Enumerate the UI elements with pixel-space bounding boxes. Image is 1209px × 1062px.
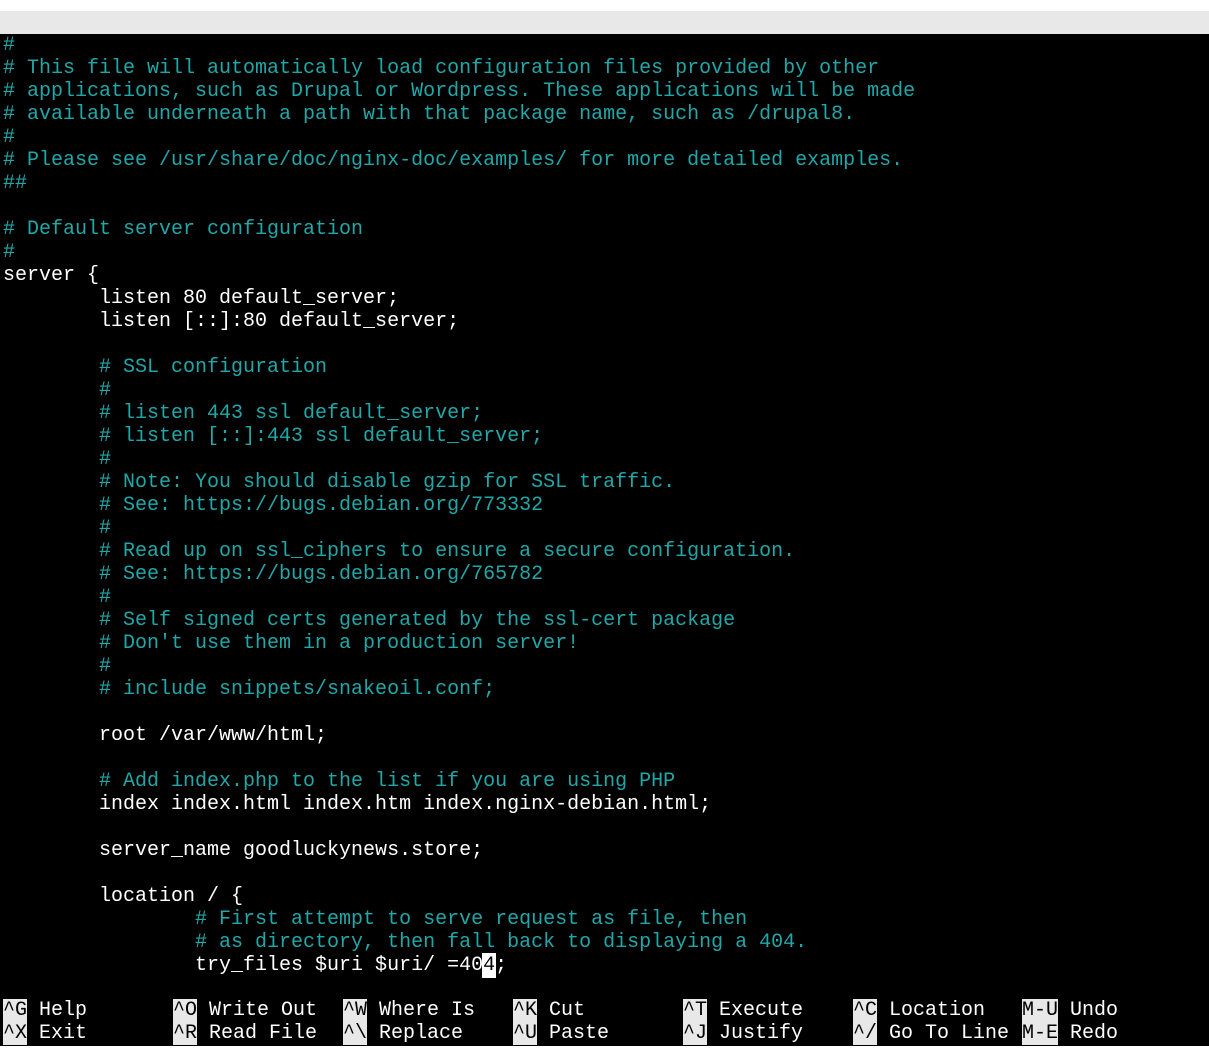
shortcut-label: Help xyxy=(39,999,88,1022)
shortcut-label: Redo xyxy=(1070,1022,1119,1045)
shortcut-write-out[interactable]: ^O Write Out xyxy=(173,999,317,1022)
code-line: root /var/www/html; xyxy=(3,724,328,747)
code-line: listen [::]:80 default_server; xyxy=(3,310,460,333)
comment-line: # Don't use them in a production server! xyxy=(3,632,580,655)
comment-line: # xyxy=(3,241,16,264)
comment-line: # xyxy=(3,655,112,678)
shortcut-paste[interactable]: ^U Paste xyxy=(513,1022,609,1045)
shortcut-label: Location xyxy=(889,999,986,1022)
shortcut-label: Paste xyxy=(549,1022,610,1045)
comment-line: # as directory, then fall back to displa… xyxy=(3,931,808,954)
cursor-line-before: try_files $uri $uri/ =40 xyxy=(3,954,484,977)
comment-line: # Note: You should disable gzip for SSL … xyxy=(3,471,676,494)
shortcut-redo[interactable]: M-E Redo xyxy=(1022,1022,1118,1045)
shortcut-read-file[interactable]: ^R Read File xyxy=(173,1022,317,1045)
shortcut-justify[interactable]: ^J Justify xyxy=(683,1022,803,1045)
comment-line: # Self signed certs generated by the ssl… xyxy=(3,609,736,632)
shortcut-label: Cut xyxy=(549,999,586,1022)
shortcut-help[interactable]: ^G Help xyxy=(3,999,87,1022)
window-top-edge xyxy=(0,0,1209,11)
comment-line: # include snippets/snakeoil.conf; xyxy=(3,678,496,701)
comment-line: # Add index.php to the list if you are u… xyxy=(3,770,676,793)
shortcut-go-to-line[interactable]: ^/ Go To Line xyxy=(853,1022,1009,1045)
shortcut-location[interactable]: ^C Location xyxy=(853,999,985,1022)
comment-line: # xyxy=(3,34,16,57)
comment-line: # xyxy=(3,586,112,609)
comment-line: # This file will automatically load conf… xyxy=(3,57,880,80)
code-line: server { xyxy=(3,264,100,287)
comment-line: ## xyxy=(3,172,28,195)
shortcut-label: Where Is xyxy=(379,999,476,1022)
cursor-code-line: try_files $uri $uri/ =404; xyxy=(3,953,1209,978)
cursor-line-after: ; xyxy=(495,954,508,977)
comment-line: # xyxy=(3,126,16,149)
shortcut-execute[interactable]: ^T Execute xyxy=(683,999,803,1022)
shortcut-key: ^O xyxy=(173,999,198,1022)
comment-line: # Please see /usr/share/doc/nginx-doc/ex… xyxy=(3,149,904,172)
shortcut-key: ^R xyxy=(173,1022,198,1045)
shortcut-key: M-E xyxy=(1022,1022,1059,1045)
window-bottom-edge xyxy=(0,1046,1209,1062)
comment-line: # See: https://bugs.debian.org/773332 xyxy=(3,494,544,517)
nano-title-bar: GNU nano 6.2 /etc/nginx/sites-enabled/de… xyxy=(0,11,1209,80)
comment-line: # applications, such as Drupal or Wordpr… xyxy=(3,80,916,103)
shortcut-cut[interactable]: ^K Cut xyxy=(513,999,585,1022)
shortcut-key: ^\ xyxy=(343,1022,368,1045)
shortcut-key: ^C xyxy=(853,999,878,1022)
shortcut-key: ^G xyxy=(3,999,28,1022)
shortcut-label: Go To Line xyxy=(889,1022,1010,1045)
shortcut-key: ^T xyxy=(683,999,708,1022)
comment-line: # available underneath a path with that … xyxy=(3,103,856,126)
comment-line: # Read up on ssl_ciphers to ensure a sec… xyxy=(3,540,796,563)
shortcut-where-is[interactable]: ^W Where Is xyxy=(343,999,475,1022)
code-line: location / { xyxy=(3,885,244,908)
shortcut-label: Replace xyxy=(379,1022,464,1045)
comment-line: # First attempt to serve request as file… xyxy=(3,908,748,931)
shortcut-label: Undo xyxy=(1070,999,1119,1022)
shortcut-label: Write Out xyxy=(209,999,318,1022)
shortcut-label: Exit xyxy=(39,1022,88,1045)
code-line: server_name goodluckynews.store; xyxy=(3,839,484,862)
comment-line: # xyxy=(3,379,112,402)
comment-line: # See: https://bugs.debian.org/765782 xyxy=(3,563,544,586)
shortcut-key: ^X xyxy=(3,1022,28,1045)
shortcut-key: ^J xyxy=(683,1022,708,1045)
comment-line: # Default server configuration xyxy=(3,218,364,241)
shortcut-key: M-U xyxy=(1022,999,1059,1022)
shortcut-key: ^W xyxy=(343,999,368,1022)
shortcut-bar: ^G Help ^X Exit ^O Write Out ^R Read File ^W Wher… xyxy=(0,999,1209,1045)
shortcut-label: Justify xyxy=(719,1022,804,1045)
shortcut-exit[interactable]: ^X Exit xyxy=(3,1022,87,1045)
text-cursor: 4 xyxy=(482,953,497,978)
shortcut-label: Read File xyxy=(209,1022,318,1045)
comment-line: # xyxy=(3,517,112,540)
shortcut-key: ^K xyxy=(513,999,538,1022)
shortcut-key: ^U xyxy=(513,1022,538,1045)
code-line: index index.html index.htm index.nginx-d… xyxy=(3,793,712,816)
shortcut-undo[interactable]: M-U Undo xyxy=(1022,999,1118,1022)
editor-area[interactable]: # # This file will automatically load con… xyxy=(3,34,1209,988)
comment-line: # listen [::]:443 ssl default_server; xyxy=(3,425,544,448)
shortcut-key: ^/ xyxy=(853,1022,878,1045)
shortcut-replace[interactable]: ^\ Replace xyxy=(343,1022,463,1045)
comment-line: # SSL configuration xyxy=(3,356,328,379)
shortcut-label: Execute xyxy=(719,999,804,1022)
comment-line: # xyxy=(3,448,112,471)
comment-line: # listen 443 ssl default_server; xyxy=(3,402,484,425)
code-line: listen 80 default_server; xyxy=(3,287,400,310)
